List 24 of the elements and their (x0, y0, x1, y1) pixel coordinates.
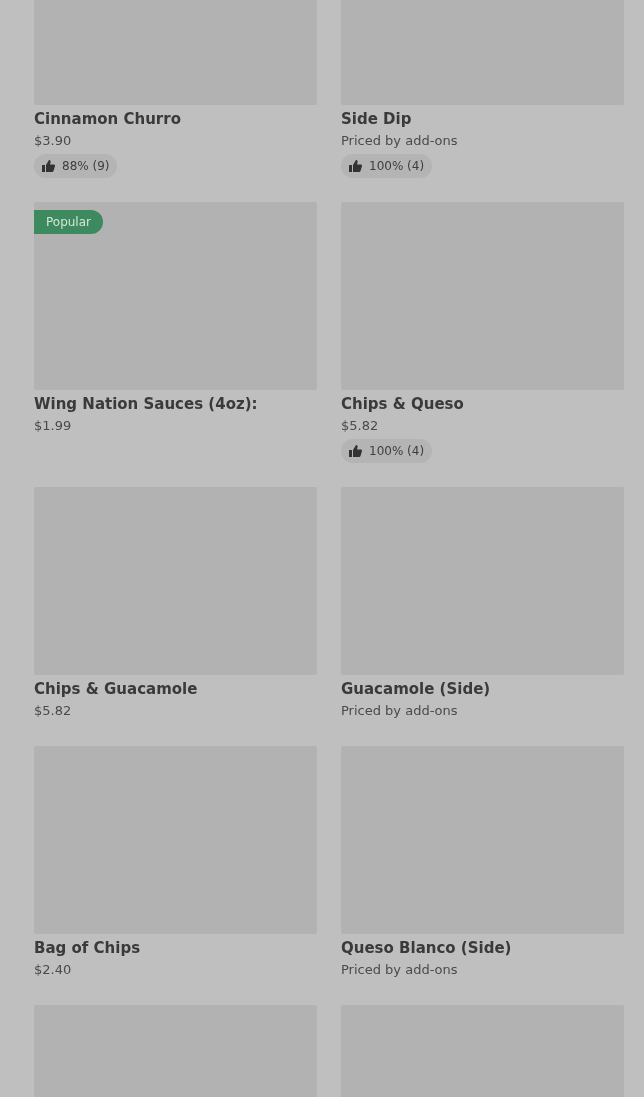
rating-text: 100% (4) (369, 159, 425, 173)
item-price: $5.82 (34, 702, 72, 720)
thumbs-up-icon (349, 160, 362, 172)
item-name[interactable]: Cinnamon Churro (34, 108, 181, 130)
item-name[interactable]: Guacamole (Side) (341, 678, 491, 700)
item-name[interactable]: Chips & Queso (341, 393, 464, 415)
item-price: $1.99 (34, 417, 72, 435)
item-name[interactable]: Wing Nation Sauces (4oz): (34, 393, 258, 415)
item-name[interactable]: Chips & Guacamole (34, 678, 198, 700)
rating-text: 100% (4) (369, 444, 425, 458)
item-price: $2.40 (34, 961, 72, 979)
thumbs-up-icon (42, 160, 55, 172)
item-price: Priced by add-ons (341, 132, 458, 150)
item-name[interactable]: Queso Blanco (Side) (341, 937, 512, 959)
item-name[interactable]: Bag of Chips (34, 937, 141, 959)
thumbs-up-icon (349, 445, 362, 457)
item-price: $5.82 (341, 417, 379, 435)
image-placeholder[interactable]: Popular (34, 202, 317, 390)
item-price: Priced by add-ons (341, 961, 458, 979)
item-price: $3.90 (34, 132, 72, 150)
item-price: Priced by add-ons (341, 702, 458, 720)
rating-text: 88% (9) (62, 159, 110, 173)
popular-badge: Popular (34, 210, 103, 234)
item-name[interactable]: Side Dip (341, 108, 412, 130)
